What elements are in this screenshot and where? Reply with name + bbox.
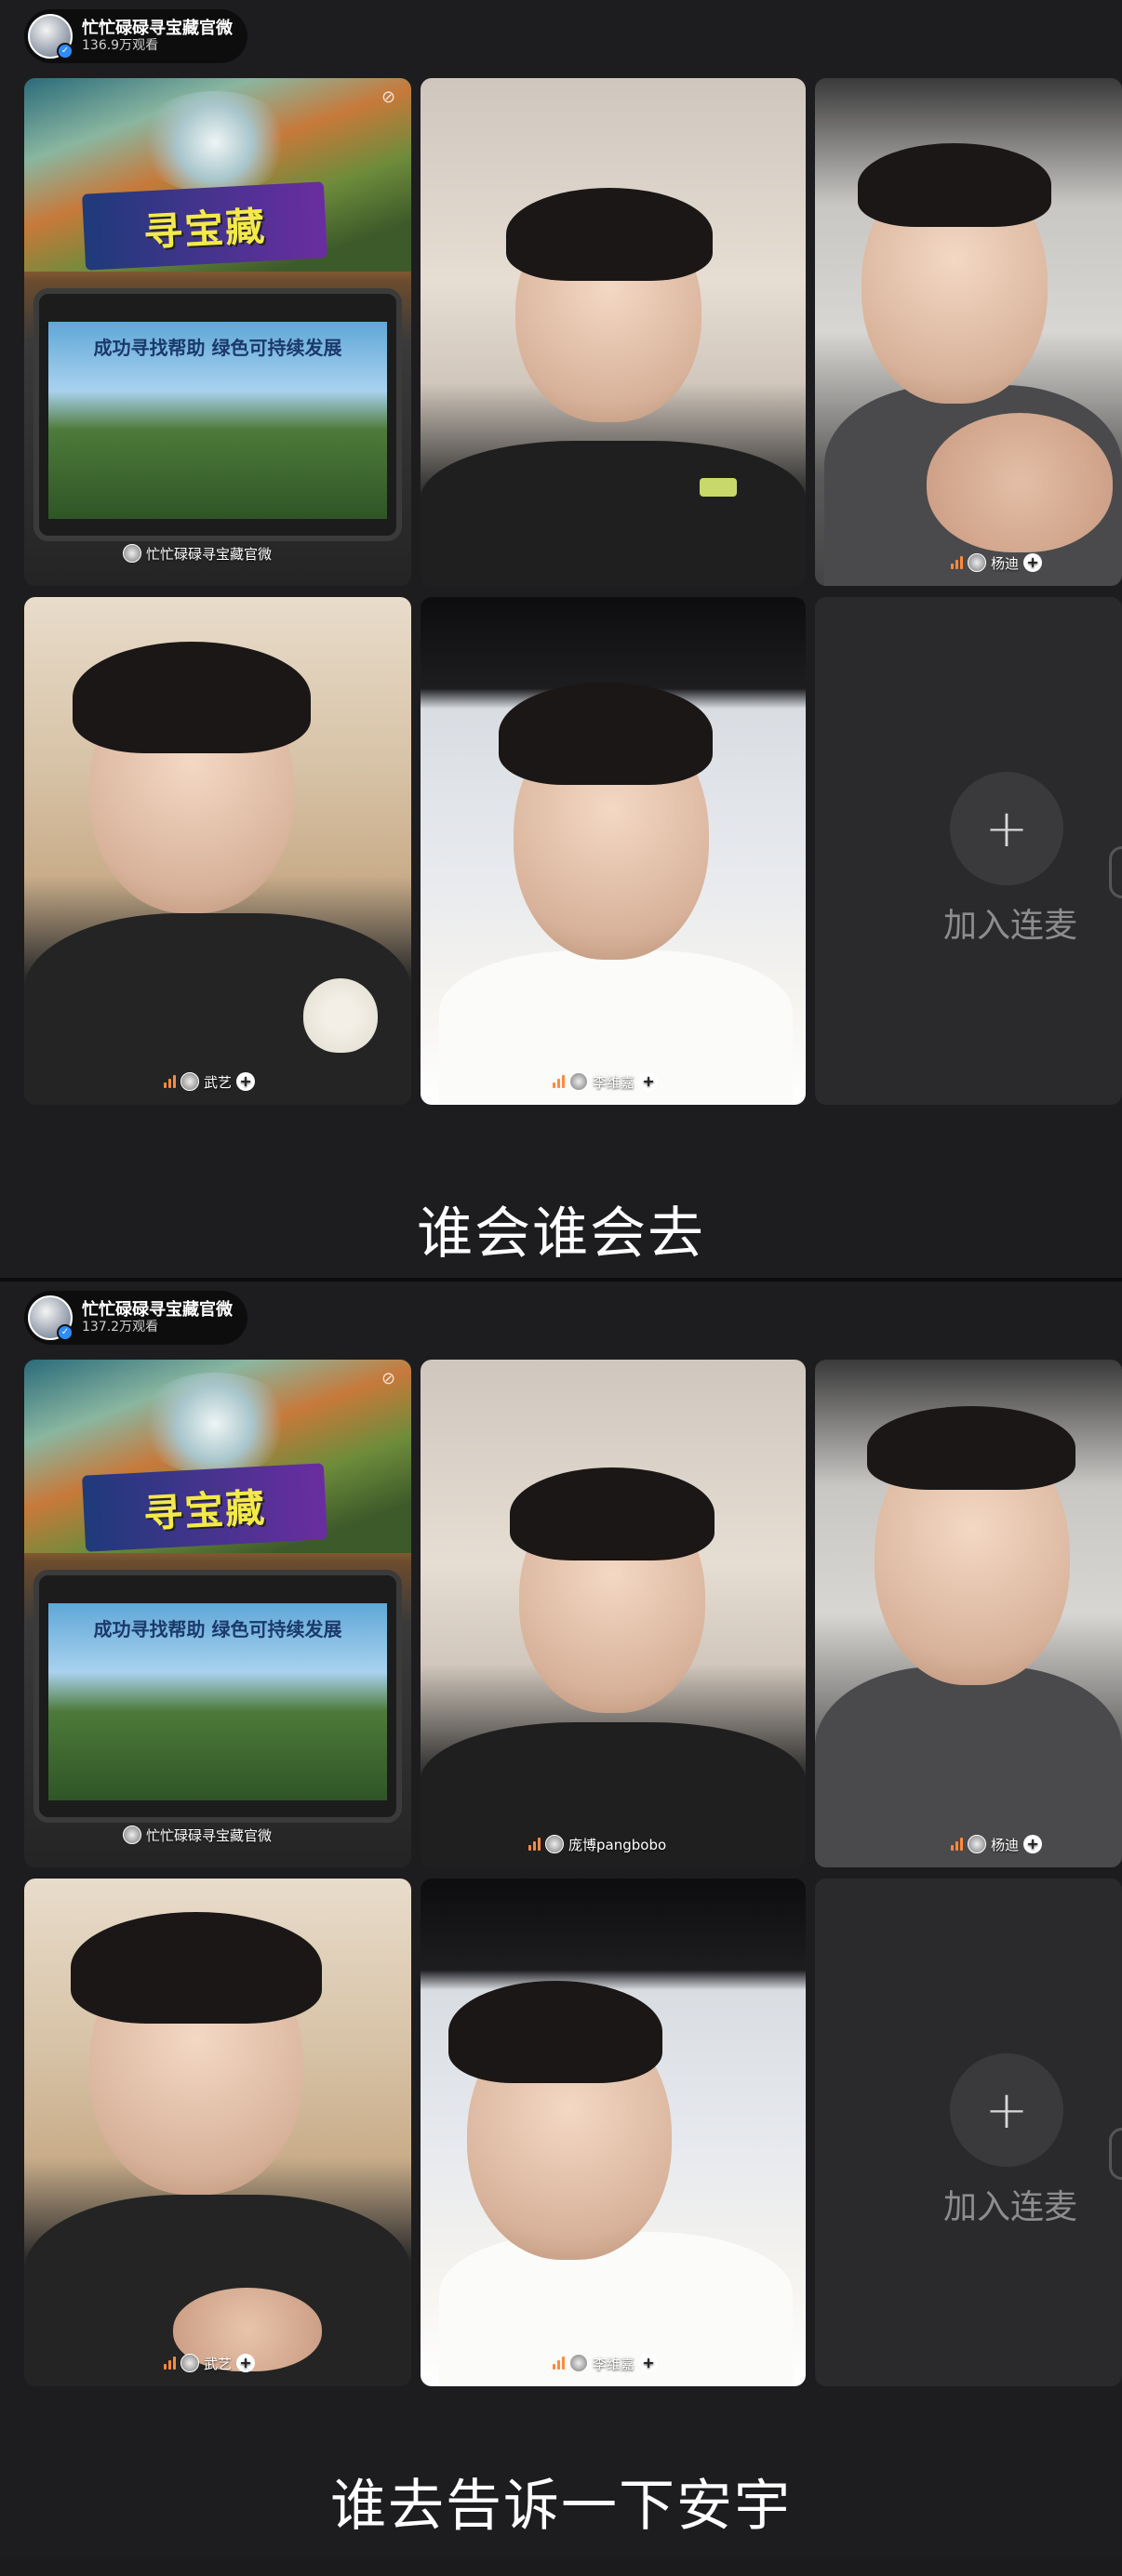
subtitle-caption: 谁去告诉一下安宇 [330, 2474, 792, 2539]
mic-off-icon: ⊘ [381, 1369, 396, 1388]
livestream-panel-2: ✓ 忙忙碌碌寻宝藏官微 137.2万观看 寻宝藏 ⊘ 成功寻找帮助 绿色可持续发… [0, 1281, 1122, 2559]
livestream-panel-1: ✓ 忙忙碌碌寻宝藏官微 136.9万观看 寻宝藏 ⊘ 成功寻找帮助 绿色可持续发… [0, 0, 1122, 1278]
video-tile-guest[interactable]: 杨迪 + [815, 78, 1122, 586]
video-tile-host[interactable]: 寻宝藏 ⊘ 成功寻找帮助 绿色可持续发展 忙忙碌碌寻宝藏官微 [24, 78, 411, 586]
audio-level-icon [951, 1838, 963, 1851]
tile-label[interactable]: 庞博pangbobo [528, 1832, 666, 1856]
participant-name: 武艺 [204, 1073, 233, 1091]
join-cohost-label[interactable]: 加入连麦 [917, 898, 1103, 947]
participant-name: 武艺 [204, 2355, 233, 2372]
host-avatar[interactable]: ✓ [28, 14, 73, 60]
participant-name: 杨迪 [991, 554, 1020, 572]
audio-level-icon [553, 1075, 565, 1088]
show-logo: 寻宝藏 [82, 1463, 327, 1552]
host-name: 忙忙碌碌寻宝藏官微 [82, 1299, 233, 1320]
avatar [569, 2354, 588, 2372]
host-info-chip[interactable]: ✓ 忙忙碌碌寻宝藏官微 137.2万观看 [24, 1291, 247, 1345]
tablet-slide-title: 成功寻找帮助 绿色可持续发展 [93, 1618, 342, 1640]
participant-name: 李维嘉 [593, 2355, 635, 2372]
tile-label[interactable]: 杨迪 + [951, 551, 1043, 575]
audio-level-icon [164, 2357, 176, 2370]
tile-label[interactable]: 武艺 + [164, 1069, 256, 1094]
audio-level-icon [528, 1838, 541, 1851]
avatar [968, 1835, 986, 1853]
show-banner: 寻宝藏 [24, 78, 411, 272]
show-banner: 寻宝藏 [24, 1360, 411, 1553]
participant-name: 忙忙碌碌寻宝藏官微 [146, 545, 273, 563]
audio-level-icon [164, 1075, 176, 1088]
video-tile-host[interactable]: 寻宝藏 ⊘ 成功寻找帮助 绿色可持续发展 忙忙碌碌寻宝藏官微 [24, 1360, 411, 1867]
join-cohost-label[interactable]: 加入连麦 [917, 2180, 1103, 2228]
view-count: 136.9万观看 [82, 38, 159, 54]
plus-icon: + [984, 2079, 1029, 2141]
verified-badge-icon: ✓ [57, 1324, 73, 1341]
plus-icon: + [984, 798, 1029, 859]
video-tile-guest[interactable] [421, 78, 806, 586]
follow-plus-icon[interactable]: + [236, 1072, 256, 1091]
follow-plus-icon[interactable]: + [236, 2354, 256, 2372]
host-info-chip[interactable]: ✓ 忙忙碌碌寻宝藏官微 136.9万观看 [24, 9, 247, 63]
participant-name: 杨迪 [991, 1836, 1020, 1853]
tile-label[interactable]: 李维嘉 + [553, 2351, 659, 2375]
tablet-display: 成功寻找帮助 绿色可持续发展 [33, 288, 402, 541]
join-cohost-button[interactable]: + [950, 2053, 1063, 2167]
follow-plus-icon[interactable]: + [639, 1072, 659, 1091]
join-cohost-area: + 加入连麦 [815, 1879, 1122, 2386]
mic-off-icon: ⊘ [381, 87, 396, 107]
video-tile-guest[interactable]: 武艺 + [24, 597, 411, 1105]
livestream-screenshot: ✓ 忙忙碌碌寻宝藏官微 136.9万观看 寻宝藏 ⊘ 成功寻找帮助 绿色可持续发… [0, 0, 1122, 2576]
video-tile-guest[interactable]: 庞博pangbobo [421, 1360, 806, 1867]
avatar [180, 2354, 199, 2372]
tile-label[interactable]: 杨迪 + [951, 1832, 1043, 1856]
participant-name: 李维嘉 [593, 1073, 635, 1091]
video-tile-guest[interactable]: 李维嘉 + [421, 1879, 806, 2386]
audio-level-icon [553, 2357, 565, 2370]
participant-name: 忙忙碌碌寻宝藏官微 [146, 1826, 273, 1844]
avatar [123, 1826, 141, 1844]
host-avatar[interactable]: ✓ [28, 1295, 73, 1341]
avatar [180, 1072, 199, 1091]
join-cohost-area: + 加入连麦 [815, 597, 1122, 1105]
participant-name: 庞博pangbobo [568, 1836, 667, 1853]
video-tile-guest[interactable]: 李维嘉 + [421, 597, 806, 1105]
audio-level-icon [951, 556, 963, 569]
tile-label[interactable]: 李维嘉 + [553, 1069, 659, 1094]
video-tile-guest[interactable]: 武艺 + [24, 1879, 411, 2386]
side-handle[interactable] [1109, 846, 1122, 898]
avatar [569, 1072, 588, 1091]
show-logo: 寻宝藏 [82, 181, 327, 271]
view-count: 137.2万观看 [82, 1320, 159, 1335]
host-name: 忙忙碌碌寻宝藏官微 [82, 18, 233, 38]
side-handle[interactable] [1109, 2128, 1122, 2180]
avatar [123, 544, 141, 563]
tablet-slide-title: 成功寻找帮助 绿色可持续发展 [93, 337, 342, 359]
follow-plus-icon[interactable]: + [639, 2354, 659, 2372]
avatar [968, 553, 986, 572]
tile-label[interactable]: 忙忙碌碌寻宝藏官微 [123, 1823, 272, 1847]
video-tile-guest[interactable]: 杨迪 + [815, 1360, 1122, 1867]
subtitle-caption: 谁会谁会去 [417, 1202, 705, 1267]
follow-plus-icon[interactable]: + [1023, 1835, 1043, 1853]
tablet-display: 成功寻找帮助 绿色可持续发展 [33, 1570, 402, 1823]
join-cohost-button[interactable]: + [950, 772, 1063, 885]
verified-badge-icon: ✓ [57, 43, 73, 60]
tile-label[interactable]: 忙忙碌碌寻宝藏官微 [123, 541, 272, 565]
avatar [545, 1835, 564, 1853]
follow-plus-icon[interactable]: + [1023, 553, 1043, 572]
tile-label[interactable]: 武艺 + [164, 2351, 256, 2375]
